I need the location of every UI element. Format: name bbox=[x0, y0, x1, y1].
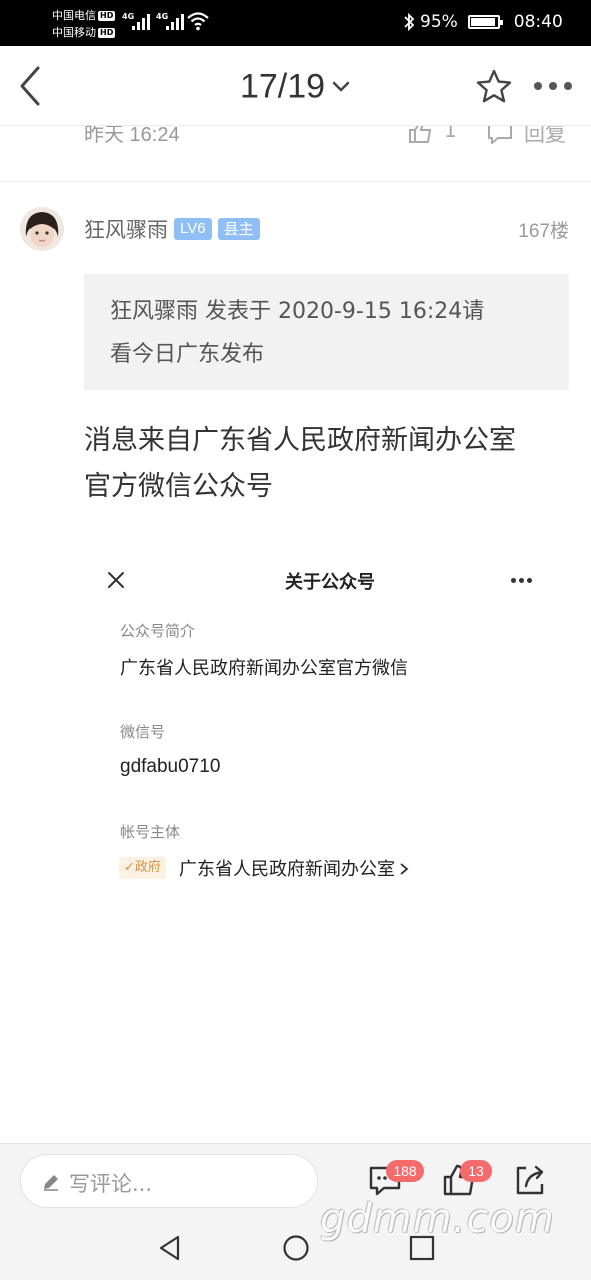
battery-icon bbox=[467, 15, 503, 29]
wechat-id-label: 微信号 bbox=[120, 723, 166, 741]
check-icon: ✓ bbox=[124, 860, 135, 875]
comment-placeholder: 写评论... bbox=[69, 1172, 153, 1196]
watermark: gdmm.com bbox=[320, 1196, 555, 1242]
like-button[interactable]: 1 bbox=[408, 126, 468, 144]
embedded-title: 关于公众号 bbox=[285, 572, 375, 593]
quoted-post: 狂风骤雨 发表于 2020-9-15 16:24请 看今日广东发布 bbox=[84, 274, 569, 390]
share-icon[interactable] bbox=[512, 1162, 548, 1198]
thumbs-up-icon bbox=[409, 126, 432, 143]
intro-label: 公众号简介 bbox=[120, 622, 196, 640]
signal-icon: 4G bbox=[156, 12, 188, 32]
quote-line: 看今日广东发布 bbox=[110, 342, 265, 367]
post-text-line: 消息来自广东省人民政府新闻办公室 bbox=[84, 425, 516, 456]
comment-input[interactable]: 写评论... bbox=[20, 1154, 318, 1208]
reply-label: 回复 bbox=[524, 126, 566, 146]
nav-back-icon[interactable] bbox=[156, 1234, 184, 1262]
bluetooth-icon bbox=[404, 12, 415, 32]
intro-value: 广东省人民政府新闻办公室官方微信 bbox=[120, 658, 408, 679]
chevron-right-icon bbox=[400, 863, 409, 875]
post-body: 消息来自广东省人民政府新闻办公室 官方微信公众号 bbox=[84, 418, 564, 510]
owner-label: 帐号主体 bbox=[120, 823, 181, 841]
wechat-id-value: gdfabu0710 bbox=[120, 756, 221, 777]
status-bar: 中国电信 HD 中国移动 HD 4G 4G 95% 08:40 bbox=[0, 0, 591, 46]
avatar[interactable] bbox=[20, 207, 64, 251]
pen-icon bbox=[44, 1175, 58, 1191]
owner-name: 广东省人民政府新闻办公室 bbox=[179, 859, 395, 880]
carrier-1: 中国电信 bbox=[52, 9, 96, 22]
comment-count-badge: 188 bbox=[386, 1160, 424, 1182]
chevron-down-icon bbox=[332, 81, 350, 92]
battery-percent: 95% bbox=[420, 12, 458, 32]
page-number: 17/19 bbox=[239, 67, 326, 106]
floor-number: 167楼 bbox=[518, 221, 569, 242]
clock: 08:40 bbox=[513, 12, 563, 32]
comment-icon bbox=[488, 126, 512, 144]
gov-badge: ✓政府 bbox=[119, 857, 166, 879]
hd-badge: HD bbox=[98, 28, 116, 38]
author-line: 狂风骤雨 LV6 县主 bbox=[84, 214, 260, 244]
quote-line: 狂风骤雨 发表于 2020-9-15 16:24请 bbox=[110, 299, 485, 324]
header: 17/19 bbox=[0, 46, 591, 126]
role-badge: 县主 bbox=[217, 218, 260, 240]
hd-badge: HD bbox=[98, 11, 116, 21]
carrier-info: 中国电信 HD 中国移动 HD bbox=[52, 7, 116, 41]
previous-post-time: 昨天 16:24 bbox=[84, 126, 180, 146]
gov-badge-label: 政府 bbox=[134, 860, 161, 875]
owner-value: 广东省人民政府新闻办公室 bbox=[179, 855, 409, 881]
reply-button[interactable]: 回复 bbox=[486, 126, 576, 146]
nav-home-icon[interactable] bbox=[282, 1234, 310, 1262]
signal-icon: 4G bbox=[122, 12, 154, 32]
previous-post-footer: 昨天 16:24 1 回复 bbox=[0, 126, 591, 182]
like-count: 1 bbox=[444, 126, 457, 142]
post-text-line: 官方微信公众号 bbox=[84, 471, 273, 502]
like-count-badge: 13 bbox=[460, 1160, 492, 1182]
wifi-icon bbox=[187, 12, 209, 31]
carrier-2: 中国移动 bbox=[52, 26, 96, 39]
more-icon[interactable] bbox=[534, 82, 574, 92]
star-icon[interactable] bbox=[474, 68, 514, 106]
level-badge: LV6 bbox=[174, 218, 212, 240]
more-icon bbox=[511, 578, 533, 584]
author-name[interactable]: 狂风骤雨 bbox=[84, 214, 168, 244]
